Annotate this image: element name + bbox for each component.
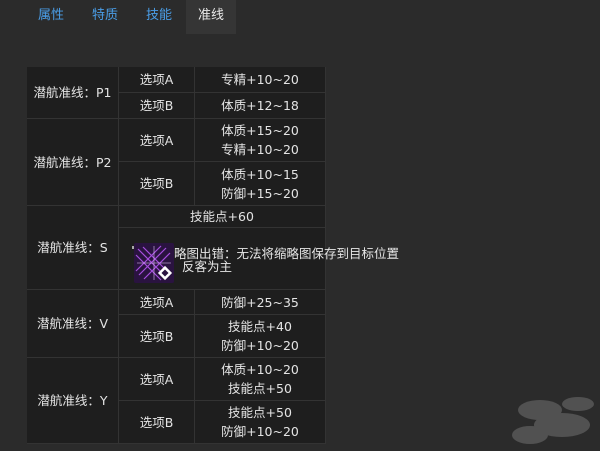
option-value: 技能点+50 防御+10~20 [195, 401, 326, 444]
tab-bar: 属性 特质 技能 准线 [0, 0, 600, 34]
option-label: 选项B [119, 93, 195, 119]
option-value: 专精+10~20 [195, 67, 326, 93]
option-label: 选项B [119, 401, 195, 444]
watermark-graphic [512, 397, 594, 444]
group-name-v: 潜航准线：V [27, 290, 119, 358]
option-value: 技能点+60 [119, 206, 326, 228]
value-line: 防御+10~20 [221, 424, 299, 439]
option-label: 选项B [119, 162, 195, 206]
option-label: 选项A [119, 290, 195, 315]
option-value: 防御+25~35 [195, 290, 326, 315]
value-line: 防御+15~20 [221, 185, 299, 201]
option-value: 技能点+40 防御+10~20 [195, 315, 326, 358]
group-name-p1: 潜航准线：P1 [27, 67, 119, 119]
tab-traits[interactable]: 特质 [78, 0, 132, 34]
option-value: 体质+10~15 防御+15~20 [195, 162, 326, 206]
option-value: 体质+12~18 [195, 93, 326, 119]
value-line: 技能点+50 [228, 405, 292, 420]
skill-name: 反客为主 [182, 259, 233, 274]
tab-skills[interactable]: 技能 [132, 0, 186, 34]
tab-attributes[interactable]: 属性 [24, 0, 78, 34]
value-line: 专精+10~20 [221, 142, 299, 157]
group-name-y: 潜航准线：Y [27, 358, 119, 444]
value-line: 防御+10~20 [221, 338, 299, 353]
thumbnail-error-overlay: 略图出错：无法将缩略图保存到目标位置 反客为主 [134, 243, 434, 283]
value-line: 技能点+40 [228, 319, 292, 334]
tab-guideline[interactable]: 准线 [186, 0, 236, 34]
option-label: 选项A [119, 358, 195, 401]
option-label: 选项A [119, 119, 195, 162]
value-line: 体质+10~15 [221, 166, 299, 182]
option-value: 体质+15~20 专精+10~20 [195, 119, 326, 162]
group-name-p2: 潜航准线：P2 [27, 119, 119, 206]
group-name-s: 潜航准线：S [27, 206, 119, 290]
option-value: 体质+10~20 技能点+50 [195, 358, 326, 401]
option-label: 选项A [119, 67, 195, 93]
value-line: 体质+10~20 [221, 362, 299, 377]
option-label: 选项B [119, 315, 195, 358]
value-line: 体质+15~20 [221, 123, 299, 138]
value-line: 技能点+50 [228, 381, 292, 396]
skill-thumbnail-icon [134, 243, 174, 283]
